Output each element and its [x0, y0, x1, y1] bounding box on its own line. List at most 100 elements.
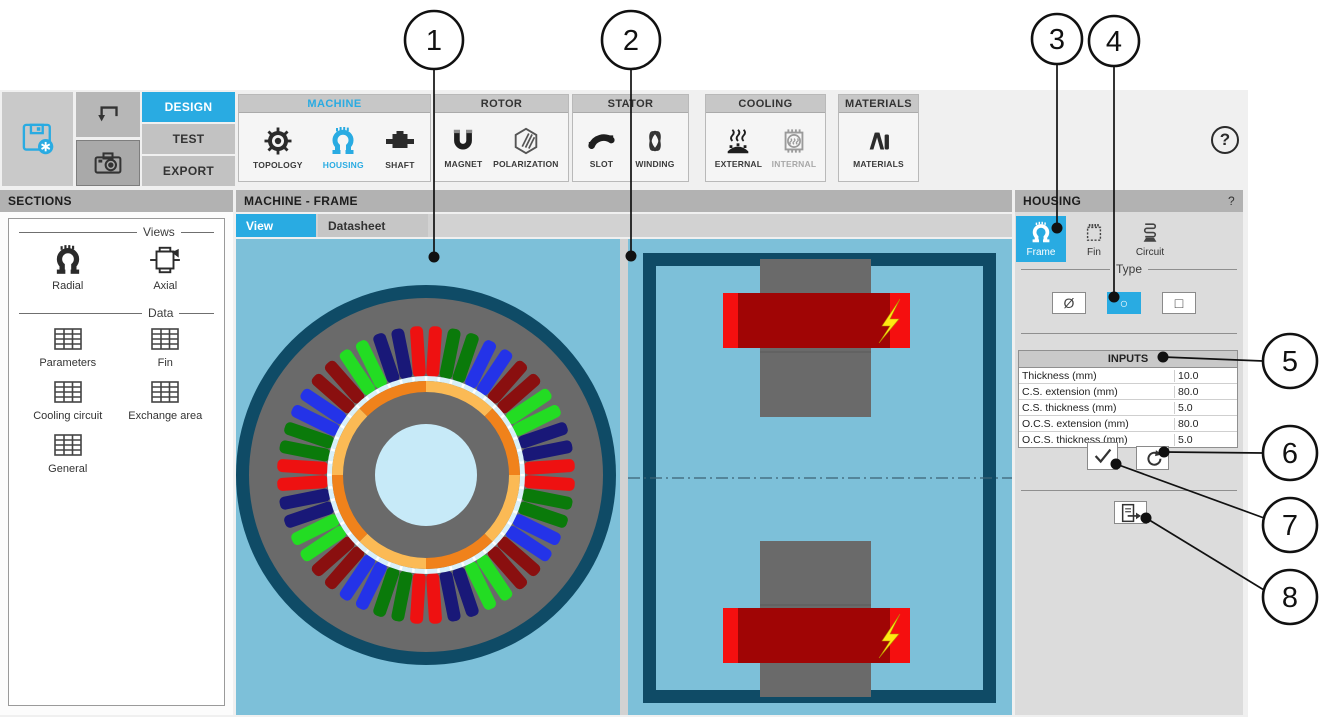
callout-number: 7: [1282, 510, 1298, 542]
housing-panel-title: HOUSING: [1023, 194, 1081, 208]
divider: [1021, 333, 1237, 334]
callout-circle: [1263, 334, 1317, 388]
export-icon: [1118, 503, 1144, 523]
help-button[interactable]: ?: [1211, 126, 1239, 154]
ribbon-item-cooling-external[interactable]: EXTERNAL: [715, 126, 762, 169]
section-view-radial[interactable]: Radial: [19, 243, 117, 292]
section-item-label: Axial: [153, 280, 177, 292]
tab-label: Frame: [1027, 247, 1056, 258]
views-legend: Views: [19, 225, 214, 239]
ribbon-item-topology[interactable]: TOPOLOGY: [253, 125, 303, 170]
refresh-icon: [1142, 448, 1164, 468]
table-icon: [51, 430, 85, 460]
group-header-materials: MATERIALS: [839, 95, 918, 113]
ribbon-group-stator: STATOR SLOT: [572, 94, 689, 182]
tab-datasheet[interactable]: Datasheet: [318, 214, 428, 237]
ribbon-item-label: INTERNAL: [772, 159, 817, 169]
callout-circle: [405, 11, 463, 69]
ribbon-item-label: POLARIZATION: [493, 159, 559, 169]
circuit-tab-icon: [1137, 221, 1163, 245]
section-view-axial[interactable]: Axial: [117, 243, 215, 292]
section-data-fin[interactable]: Fin: [117, 324, 215, 369]
sections-box: Views Radial: [8, 218, 225, 706]
sections-panel: SECTIONS Views Radial: [0, 190, 233, 715]
group-header-rotor: ROTOR: [435, 95, 568, 113]
tab-fin[interactable]: Fin: [1069, 216, 1119, 262]
section-data-parameters[interactable]: Parameters: [19, 324, 117, 369]
export-frame-button[interactable]: [1114, 501, 1147, 524]
panel-help-icon[interactable]: ?: [1228, 194, 1235, 208]
callout-number: 2: [623, 25, 639, 57]
polarization-icon: [511, 126, 541, 156]
divider: [1021, 490, 1237, 491]
table-row: C.S. extension (mm) 80.0: [1019, 384, 1237, 400]
radial-view-icon: [51, 243, 85, 277]
tab-frame[interactable]: Frame: [1016, 216, 1066, 262]
ribbon-item-label: SHAFT: [385, 160, 414, 170]
section-item-label: Parameters: [39, 357, 96, 369]
ribbon-item-polarization[interactable]: POLARIZATION: [493, 126, 559, 169]
axial-view-icon: [148, 243, 182, 277]
table-row: C.S. thickness (mm) 5.0: [1019, 400, 1237, 416]
group-header-machine: MACHINE: [239, 95, 430, 113]
callout-number: 5: [1282, 346, 1298, 378]
reset-button[interactable]: [1136, 446, 1169, 470]
frame-type-circular-button[interactable]: ○: [1107, 292, 1141, 314]
tab-view[interactable]: View: [236, 214, 316, 237]
table-icon: [51, 324, 85, 354]
save-button[interactable]: [2, 92, 73, 186]
ribbon-item-slot[interactable]: SLOT: [586, 126, 616, 169]
frame-type-none-button[interactable]: Ø: [1052, 292, 1086, 314]
screenshot-button[interactable]: [76, 140, 140, 186]
ribbon-group-cooling: COOLING EXTERNAL: [705, 94, 826, 182]
housing-tabs: Frame Fin Circuit: [1016, 216, 1178, 262]
input-value[interactable]: 80.0: [1174, 418, 1237, 430]
shaft-icon: [384, 125, 416, 157]
frame-type-square-button[interactable]: □: [1162, 292, 1196, 314]
save-icon: [18, 119, 58, 159]
ribbon-item-cooling-internal[interactable]: INTERNAL: [772, 126, 817, 169]
axial-view[interactable]: [628, 239, 1012, 715]
application-window: DESIGN TEST EXPORT MACHINE: [0, 90, 1248, 717]
callout-circle: [1263, 426, 1317, 480]
section-data-general[interactable]: General: [19, 430, 117, 475]
input-value[interactable]: 10.0: [1174, 370, 1237, 382]
table-icon: [148, 377, 182, 407]
ribbon-item-winding[interactable]: WINDING: [635, 126, 674, 169]
ribbon-group-rotor: ROTOR MAGNET: [434, 94, 569, 182]
design-mode-button[interactable]: DESIGN: [142, 92, 235, 122]
export-mode-button[interactable]: EXPORT: [142, 156, 235, 186]
housing-panel: HOUSING ? Frame: [1015, 190, 1243, 715]
undo-button[interactable]: [76, 92, 140, 137]
test-mode-button[interactable]: TEST: [142, 124, 235, 154]
group-header-cooling: COOLING: [706, 95, 825, 113]
section-data-cooling-circuit[interactable]: Cooling circuit: [19, 377, 117, 422]
ribbon-item-housing[interactable]: HOUSING: [323, 125, 364, 170]
callout-number: 3: [1049, 24, 1065, 56]
tab-circuit[interactable]: Circuit: [1122, 216, 1178, 262]
view-tabbar: View Datasheet: [236, 214, 1012, 237]
callout-circle: [1032, 14, 1082, 64]
camera-icon: [90, 145, 126, 181]
housing-panel-titlebar: HOUSING ?: [1015, 190, 1243, 212]
input-value[interactable]: 5.0: [1174, 434, 1237, 446]
table-row: O.C.S. thickness (mm) 5.0: [1019, 432, 1237, 447]
ribbon-item-magnet[interactable]: MAGNET: [444, 126, 482, 169]
materials-icon: [864, 126, 894, 156]
section-item-label: Fin: [158, 357, 173, 369]
winding-icon: [640, 126, 670, 156]
input-value[interactable]: 80.0: [1174, 386, 1237, 398]
apply-button[interactable]: [1087, 442, 1118, 470]
radial-view[interactable]: [236, 239, 620, 715]
ribbon-item-materials[interactable]: MATERIALS: [853, 126, 904, 169]
section-item-label: Exchange area: [128, 410, 202, 422]
table-icon: [51, 377, 85, 407]
input-value[interactable]: 5.0: [1174, 402, 1237, 414]
input-label: C.S. thickness (mm): [1019, 402, 1174, 414]
undo-arrow-icon: [91, 98, 125, 132]
ribbon-item-label: MAGNET: [444, 159, 482, 169]
ribbon-item-shaft[interactable]: SHAFT: [384, 125, 416, 170]
section-data-exchange-area[interactable]: Exchange area: [117, 377, 215, 422]
sections-panel-title: SECTIONS: [0, 190, 233, 212]
section-item-label: Radial: [52, 280, 83, 292]
